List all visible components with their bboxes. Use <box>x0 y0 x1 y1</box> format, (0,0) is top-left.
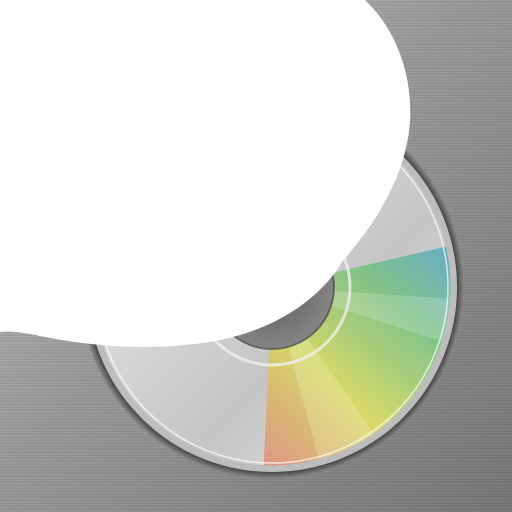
app-icon-artwork <box>0 0 512 512</box>
disc-burner-app-icon <box>0 0 512 512</box>
